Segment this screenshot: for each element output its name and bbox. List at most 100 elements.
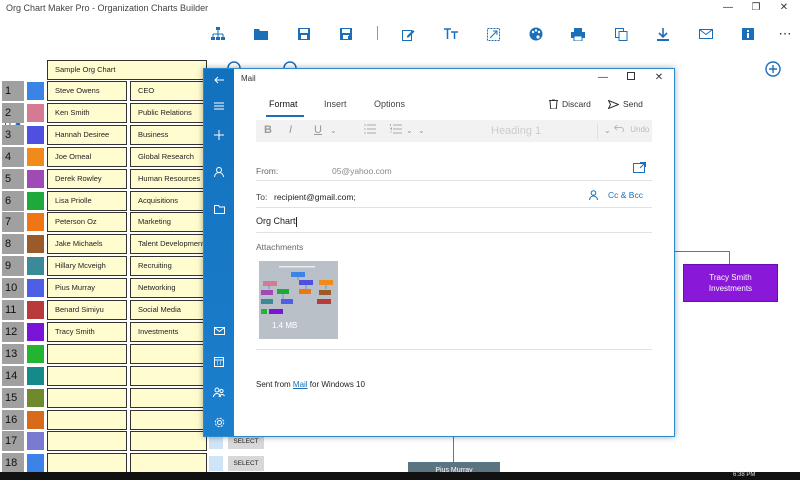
title-cell[interactable] xyxy=(130,410,207,430)
name-cell[interactable]: Tracy Smith xyxy=(47,322,127,342)
name-cell[interactable] xyxy=(47,453,127,473)
italic-button[interactable]: I xyxy=(289,124,292,136)
settings-icon[interactable] xyxy=(211,414,227,430)
back-icon[interactable] xyxy=(211,72,227,88)
contact-icon[interactable] xyxy=(589,190,598,200)
from-value[interactable]: 05@yahoo.com xyxy=(332,166,392,176)
node-color-swatch[interactable] xyxy=(27,411,44,429)
send-button[interactable]: Send xyxy=(608,99,643,109)
title-cell[interactable]: Networking xyxy=(130,278,207,298)
title-cell[interactable] xyxy=(130,453,207,473)
hamburger-icon[interactable] xyxy=(211,98,227,114)
name-cell[interactable]: Benard Simiyu xyxy=(47,300,127,320)
title-cell[interactable] xyxy=(130,344,207,364)
title-cell[interactable]: Recruiting xyxy=(130,256,207,276)
bullet-list-icon[interactable] xyxy=(364,124,376,137)
minimize-button[interactable]: — xyxy=(718,2,738,14)
org-node-tracy-smith[interactable]: Tracy Smith Investments xyxy=(683,264,778,302)
mail-icon[interactable] xyxy=(697,25,715,43)
attachment-thumbnail[interactable]: ✕ xyxy=(259,261,384,473)
name-cell[interactable]: Peterson Oz xyxy=(47,212,127,232)
name-cell[interactable]: Ken Smith xyxy=(47,103,127,123)
title-cell[interactable]: Business xyxy=(130,125,207,145)
undo-button[interactable]: Undo xyxy=(613,124,649,134)
download-icon[interactable] xyxy=(654,25,672,43)
palette-icon[interactable] xyxy=(527,25,545,43)
mail-app-link[interactable]: Mail xyxy=(293,380,308,389)
node-color-swatch[interactable] xyxy=(27,345,44,363)
list-more-icon[interactable]: ⌄ xyxy=(418,126,425,135)
node-color-swatch[interactable] xyxy=(27,82,44,100)
node-color-swatch[interactable] xyxy=(27,279,44,297)
node-color-swatch[interactable] xyxy=(27,257,44,275)
node-color-swatch[interactable] xyxy=(27,367,44,385)
node-color-swatch[interactable] xyxy=(27,213,44,231)
save-icon[interactable] xyxy=(295,25,313,43)
name-cell[interactable]: Joe Omeal xyxy=(47,147,127,167)
name-cell[interactable]: Hillary Mcveigh xyxy=(47,256,127,276)
name-cell[interactable] xyxy=(47,366,127,386)
underline-dropdown-icon[interactable]: ⌄ xyxy=(330,126,337,135)
name-cell[interactable] xyxy=(47,410,127,430)
title-cell[interactable]: Social Media xyxy=(130,300,207,320)
name-cell[interactable]: Jake Michaels xyxy=(47,234,127,254)
node-color-swatch[interactable] xyxy=(27,323,44,341)
title-cell[interactable]: Marketing xyxy=(130,212,207,232)
discard-button[interactable]: Discard xyxy=(549,99,591,109)
node-color-swatch[interactable] xyxy=(27,432,44,450)
name-cell[interactable]: Pius Murray xyxy=(47,278,127,298)
node-color-swatch[interactable] xyxy=(27,104,44,122)
node-color-swatch[interactable] xyxy=(27,301,44,319)
bold-button[interactable]: B xyxy=(264,124,272,136)
heading-style-dropdown[interactable]: Heading 1 xyxy=(488,123,598,139)
mail-close-button[interactable]: ✕ xyxy=(651,72,667,84)
underline-button[interactable]: U xyxy=(314,124,322,136)
mail-minimize-button[interactable]: — xyxy=(595,72,611,84)
calendar-icon[interactable] xyxy=(211,354,227,370)
node-color-swatch[interactable] xyxy=(27,389,44,407)
add-node-icon[interactable] xyxy=(765,61,781,77)
heading-dropdown-icon[interactable]: ⌄ xyxy=(604,126,611,135)
close-button[interactable]: ✕ xyxy=(774,2,794,14)
people-icon[interactable] xyxy=(211,384,227,400)
title-cell[interactable] xyxy=(130,366,207,386)
name-cell[interactable] xyxy=(47,431,127,451)
new-mail-icon[interactable] xyxy=(211,127,227,143)
cc-bcc-toggle[interactable]: Cc & Bcc xyxy=(589,190,643,200)
title-cell[interactable] xyxy=(130,431,207,451)
select-parent-button[interactable]: SELECT xyxy=(228,456,264,471)
subject-field[interactable]: Org Chart xyxy=(256,216,652,227)
name-cell[interactable] xyxy=(47,388,127,408)
mail-icon[interactable] xyxy=(211,323,227,339)
node-color-swatch[interactable] xyxy=(27,192,44,210)
folder-icon[interactable] xyxy=(211,201,227,217)
more-icon[interactable]: ⋯ xyxy=(776,25,794,43)
open-folder-icon[interactable] xyxy=(252,25,270,43)
mail-maximize-button[interactable] xyxy=(623,72,639,84)
node-color-swatch[interactable] xyxy=(27,126,44,144)
accounts-icon[interactable] xyxy=(211,164,227,180)
chart-title-input[interactable]: Sample Org Chart xyxy=(47,60,207,80)
node-color-swatch[interactable] xyxy=(27,148,44,166)
parent-swatch[interactable] xyxy=(209,456,223,471)
name-cell[interactable]: Derek Rowley xyxy=(47,169,127,189)
title-cell[interactable]: Human Resources xyxy=(130,169,207,189)
text-size-icon[interactable] xyxy=(442,25,460,43)
title-cell[interactable] xyxy=(130,388,207,408)
copy-icon[interactable] xyxy=(612,25,630,43)
title-cell[interactable]: Talent Development xyxy=(130,234,207,254)
save-as-icon[interactable] xyxy=(337,25,355,43)
name-cell[interactable]: Hannah Desiree xyxy=(47,125,127,145)
title-cell[interactable]: Global Research xyxy=(130,147,207,167)
edit-icon[interactable] xyxy=(399,25,417,43)
node-color-swatch[interactable] xyxy=(27,454,44,472)
title-cell[interactable]: Public Relations xyxy=(130,103,207,123)
name-cell[interactable] xyxy=(47,344,127,364)
name-cell[interactable]: Lisa Priolle xyxy=(47,191,127,211)
tab-insert[interactable]: Insert xyxy=(324,99,347,109)
print-icon[interactable] xyxy=(569,25,587,43)
title-cell[interactable]: CEO xyxy=(130,81,207,101)
crop-icon[interactable] xyxy=(484,25,502,43)
tab-options[interactable]: Options xyxy=(374,99,405,109)
node-color-swatch[interactable] xyxy=(27,235,44,253)
